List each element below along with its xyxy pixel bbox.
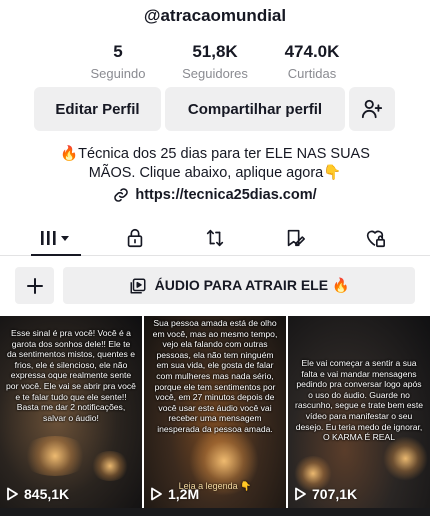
view-count: 845,1K: [24, 486, 70, 502]
active-tab-indicator: [31, 254, 81, 256]
view-count: 1,2M: [168, 486, 200, 502]
profile-bio: 🔥Técnica dos 25 dias para ter ELE NAS SU…: [40, 145, 390, 183]
play-icon: [151, 487, 162, 501]
liked-icon: [366, 230, 385, 248]
share-profile-button[interactable]: Compartilhar perfil: [165, 87, 345, 131]
add-friend-button[interactable]: [349, 87, 395, 131]
video-views: 707,1K: [294, 486, 357, 502]
stat-likes[interactable]: 474.0K Curtidas: [264, 42, 360, 82]
likes-count: 474.0K: [284, 42, 340, 61]
tab-reposts[interactable]: [190, 220, 240, 256]
add-playlist-button[interactable]: [15, 267, 54, 304]
stat-followers[interactable]: 51,8K Seguidores: [167, 42, 263, 82]
video-grid: Esse sinal é pra você! Você é a garota d…: [0, 316, 430, 508]
tab-liked[interactable]: [350, 220, 400, 256]
followers-label: Seguidores: [182, 66, 248, 81]
video-overlay-text: Ele vai começar a sentir a sua falta e v…: [294, 358, 424, 443]
playlist-icon: [130, 278, 146, 293]
playlist-row: ÁUDIO PARA ATRAIR ELE 🔥: [15, 267, 415, 304]
edit-profile-button[interactable]: Editar Perfil: [34, 87, 161, 131]
video-thumbnail[interactable]: Ele vai começar a sentir a sua falta e v…: [288, 316, 430, 508]
audio-playlist-label: ÁUDIO PARA ATRAIR ELE 🔥: [154, 277, 350, 293]
link-icon: [114, 188, 129, 202]
video-thumbnail[interactable]: Sua pessoa amada está de olho em você, m…: [144, 316, 286, 508]
tab-private[interactable]: [110, 220, 160, 256]
repost-icon: [206, 229, 224, 247]
background-light: [383, 436, 428, 481]
bio-line-2: MÃOS. Clique abaixo, aplique agora👇: [88, 165, 342, 181]
next-row-thumbnails: [0, 508, 430, 516]
profile-username: @atracaomundial: [143, 6, 287, 25]
likes-label: Curtidas: [287, 66, 337, 81]
tab-videos[interactable]: [31, 220, 81, 256]
saved-icon: [287, 229, 305, 247]
audio-playlist-button[interactable]: ÁUDIO PARA ATRAIR ELE 🔥: [63, 267, 415, 304]
profile-stats: 5 Seguindo 51,8K Seguidores 474.0K Curti…: [70, 42, 360, 82]
view-count: 707,1K: [312, 486, 358, 502]
plus-icon: [26, 277, 43, 294]
video-thumbnail[interactable]: Esse sinal é pra você! Você é a garota d…: [0, 316, 142, 508]
videos-grid-icon: [41, 231, 69, 245]
lock-icon: [127, 228, 143, 248]
background-light: [90, 451, 130, 481]
background-light: [20, 436, 90, 476]
link-text: https://tecnica25dias.com/: [135, 187, 317, 203]
following-label: Seguindo: [90, 66, 146, 81]
profile-actions: Editar Perfil Compartilhar perfil: [34, 87, 395, 131]
play-icon: [7, 487, 18, 501]
play-icon: [295, 487, 306, 501]
video-overlay-text: Sua pessoa amada está de olho em você, m…: [152, 318, 278, 434]
following-count: 5: [113, 42, 123, 61]
video-overlay-text: Esse sinal é pra você! Você é a garota d…: [6, 328, 136, 423]
video-views: 1,2M: [150, 486, 199, 502]
profile-link[interactable]: https://tecnica25dias.com/: [0, 187, 430, 203]
profile-tabs: [0, 220, 430, 256]
tab-saved[interactable]: [270, 220, 320, 256]
bio-line-1: 🔥Técnica dos 25 dias para ter ELE NAS SU…: [60, 146, 370, 162]
followers-count: 51,8K: [192, 42, 238, 61]
video-views: 845,1K: [6, 486, 69, 502]
add-person-icon: [361, 99, 383, 119]
stat-following[interactable]: 5 Seguindo: [70, 42, 166, 82]
